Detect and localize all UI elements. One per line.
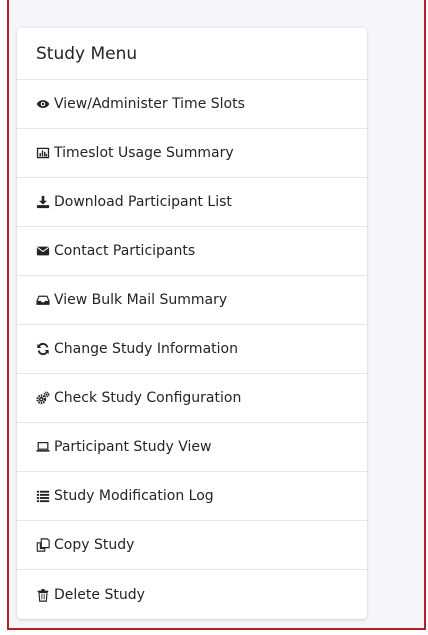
eye-icon (36, 97, 50, 111)
study-menu-title: Study Menu (17, 28, 367, 80)
refresh-icon (36, 342, 50, 356)
menu-item-study-modification-log[interactable]: Study Modification Log (17, 472, 367, 521)
menu-item-change-study-information[interactable]: Change Study Information (17, 325, 367, 374)
list-icon (36, 489, 50, 503)
trash-icon (36, 588, 50, 602)
menu-item-timeslot-usage-summary[interactable]: Timeslot Usage Summary (17, 129, 367, 178)
menu-item-participant-study-view[interactable]: Participant Study View (17, 423, 367, 472)
menu-item-label: Download Participant List (54, 194, 232, 210)
menu-item-label: Timeslot Usage Summary (54, 145, 234, 161)
menu-item-label: Change Study Information (54, 341, 238, 357)
menu-item-check-study-configuration[interactable]: Check Study Configuration (17, 374, 367, 423)
menu-item-copy-study[interactable]: Copy Study (17, 521, 367, 570)
menu-item-label: Participant Study View (54, 439, 212, 455)
cogs-icon (36, 391, 50, 405)
menu-item-label: Delete Study (54, 586, 145, 603)
download-icon (36, 195, 50, 209)
study-menu-card: Study Menu View/Administer Time Slots Ti… (17, 28, 367, 619)
menu-item-view-administer-time-slots[interactable]: View/Administer Time Slots (17, 80, 367, 129)
menu-item-contact-participants[interactable]: Contact Participants (17, 227, 367, 276)
menu-item-label: View Bulk Mail Summary (54, 292, 228, 308)
menu-item-label: Check Study Configuration (54, 390, 242, 406)
envelope-icon (36, 244, 50, 258)
laptop-icon (36, 440, 50, 454)
menu-item-view-bulk-mail-summary[interactable]: View Bulk Mail Summary (17, 276, 367, 325)
study-menu-list: View/Administer Time Slots Timeslot Usag… (17, 80, 367, 619)
menu-item-label: Contact Participants (54, 243, 196, 259)
bar-chart-icon (36, 146, 50, 160)
menu-item-label: View/Administer Time Slots (54, 96, 245, 112)
inbox-icon (36, 293, 50, 307)
menu-item-delete-study[interactable]: Delete Study (17, 570, 367, 619)
menu-item-label: Study Modification Log (54, 488, 214, 504)
copy-icon (36, 538, 50, 552)
menu-item-download-participant-list[interactable]: Download Participant List (17, 178, 367, 227)
menu-item-label: Copy Study (54, 537, 135, 553)
